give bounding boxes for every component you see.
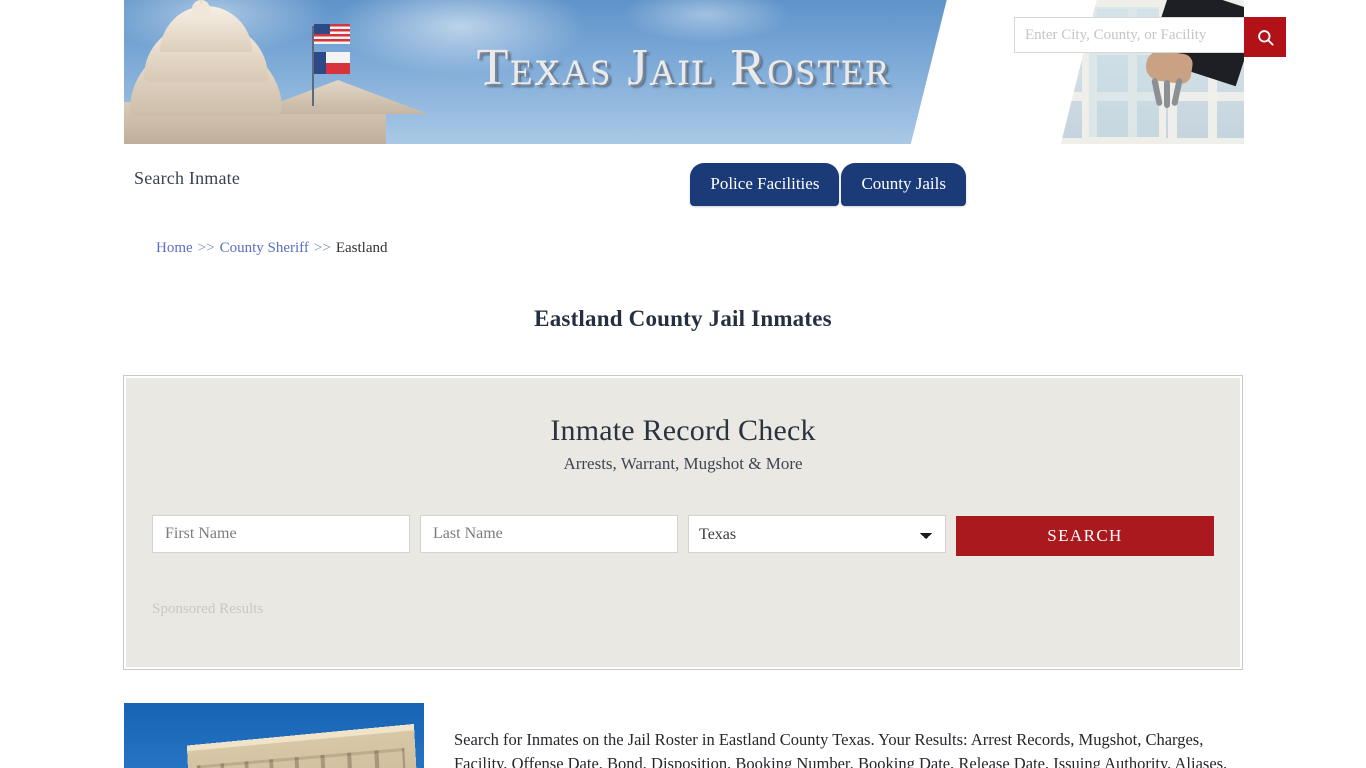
search-button[interactable]: SEARCH [956, 516, 1214, 556]
inmate-record-check-panel: Inmate Record Check Arrests, Warrant, Mu… [123, 375, 1243, 670]
facility-search-button[interactable] [1244, 17, 1286, 57]
first-name-input[interactable] [152, 515, 411, 553]
breadcrumb: Home >> County Sheriff >> Eastland [156, 240, 387, 257]
panel-subtitle: Arrests, Warrant, Mugshot & More [563, 454, 803, 473]
jail-building-thumbnail [124, 703, 424, 768]
breadcrumb-item-county-sheriff[interactable]: County Sheriff [220, 240, 309, 256]
search-icon [1257, 29, 1274, 46]
breadcrumb-separator: >> [313, 240, 331, 256]
inmate-search-form: Texas SEARCH [152, 515, 1214, 556]
last-name-input[interactable] [420, 515, 679, 553]
nav-tabs: Police Facilities County Jails [690, 163, 966, 206]
tab-county-jails[interactable]: County Jails [841, 163, 966, 206]
sponsored-results-label: Sponsored Results [152, 601, 264, 617]
breadcrumb-item-current: Eastland [335, 240, 388, 256]
panel-title: Inmate Record Check [550, 414, 816, 447]
top-nav: Search Inmate Police Facilities County J… [124, 144, 1244, 216]
tab-police-facilities[interactable]: Police Facilities [690, 163, 840, 206]
page-root: Texas Jail Roster Search Inmate Police F… [0, 0, 1366, 768]
brand-label: Search Inmate [134, 168, 241, 188]
page-title: Eastland County Jail Inmates [534, 306, 832, 332]
breadcrumb-separator: >> [197, 240, 215, 256]
content-body-text: Search for Inmates on the Jail Roster in… [454, 729, 1228, 768]
breadcrumb-item-home[interactable]: Home [156, 240, 193, 256]
site-title: Texas Jail Roster [476, 39, 892, 96]
state-select[interactable]: Texas [688, 515, 947, 553]
